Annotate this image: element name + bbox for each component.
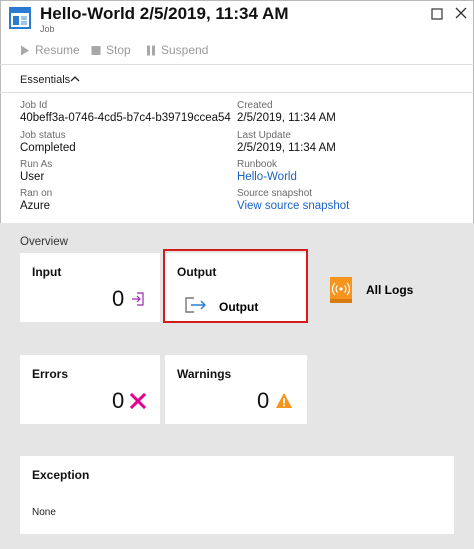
close-icon[interactable]: [450, 4, 472, 24]
errors-tile[interactable]: Errors 0: [20, 355, 160, 424]
page-title: Hello-World 2/5/2019, 11:34 AM: [40, 4, 289, 23]
job-status-value: Completed: [20, 142, 76, 154]
created-value: 2/5/2019, 11:34 AM: [237, 112, 336, 124]
job-id-label: Job Id: [20, 100, 48, 111]
errors-title: Errors: [32, 367, 69, 381]
input-tile[interactable]: Input 0: [20, 253, 160, 322]
warnings-tile[interactable]: Warnings 0: [165, 355, 307, 424]
maximize-icon[interactable]: [426, 4, 448, 24]
essentials-label: Essentials: [20, 74, 71, 86]
last-update-value: 2/5/2019, 11:34 AM: [237, 142, 336, 154]
input-title: Input: [32, 265, 62, 279]
run-as-value: User: [20, 171, 45, 183]
warnings-count: 0: [257, 388, 270, 413]
error-x-icon: [130, 393, 146, 409]
essentials-toggle[interactable]: Essentials: [0, 66, 474, 93]
created-label: Created: [237, 100, 273, 111]
exception-value: None: [32, 507, 56, 518]
errors-count: 0: [112, 388, 125, 413]
suspend-label: Suspend: [161, 43, 209, 57]
job-icon: [9, 7, 31, 29]
runbook-label: Runbook: [237, 159, 278, 170]
warnings-title: Warnings: [177, 367, 232, 381]
job-id-value: 40beff3a-0746-4cd5-b7c4-b39719ccea54: [20, 112, 231, 124]
job-status-label: Job status: [20, 130, 66, 141]
pause-icon: [147, 45, 155, 56]
exception-title: Exception: [32, 468, 90, 482]
exception-tile[interactable]: Exception: [20, 456, 454, 534]
page-subtitle: Job: [40, 24, 55, 34]
input-icon: [132, 292, 144, 306]
output-highlight: [163, 249, 308, 323]
source-snapshot-label: Source snapshot: [237, 188, 313, 199]
ran-on-label: Ran on: [20, 188, 53, 199]
ran-on-value: Azure: [20, 200, 51, 212]
stop-icon: [91, 46, 101, 55]
input-count: 0: [112, 286, 125, 311]
logs-icon: [330, 277, 352, 303]
warning-icon: [276, 393, 292, 408]
all-logs-label: All Logs: [366, 283, 414, 297]
stop-label: Stop: [106, 43, 131, 57]
command-bar: Resume Stop Suspend: [0, 38, 474, 65]
overview-label: Overview: [20, 236, 68, 248]
resume-label: Resume: [35, 43, 80, 57]
runbook-link[interactable]: Hello-World: [237, 171, 297, 183]
run-as-label: Run As: [20, 159, 53, 170]
play-icon: [21, 45, 29, 56]
chevron-up-icon: [70, 76, 80, 82]
blade-header: Hello-World 2/5/2019, 11:34 AM Job: [0, 0, 474, 37]
last-update-label: Last Update: [237, 130, 291, 141]
source-snapshot-link[interactable]: View source snapshot: [237, 200, 349, 212]
